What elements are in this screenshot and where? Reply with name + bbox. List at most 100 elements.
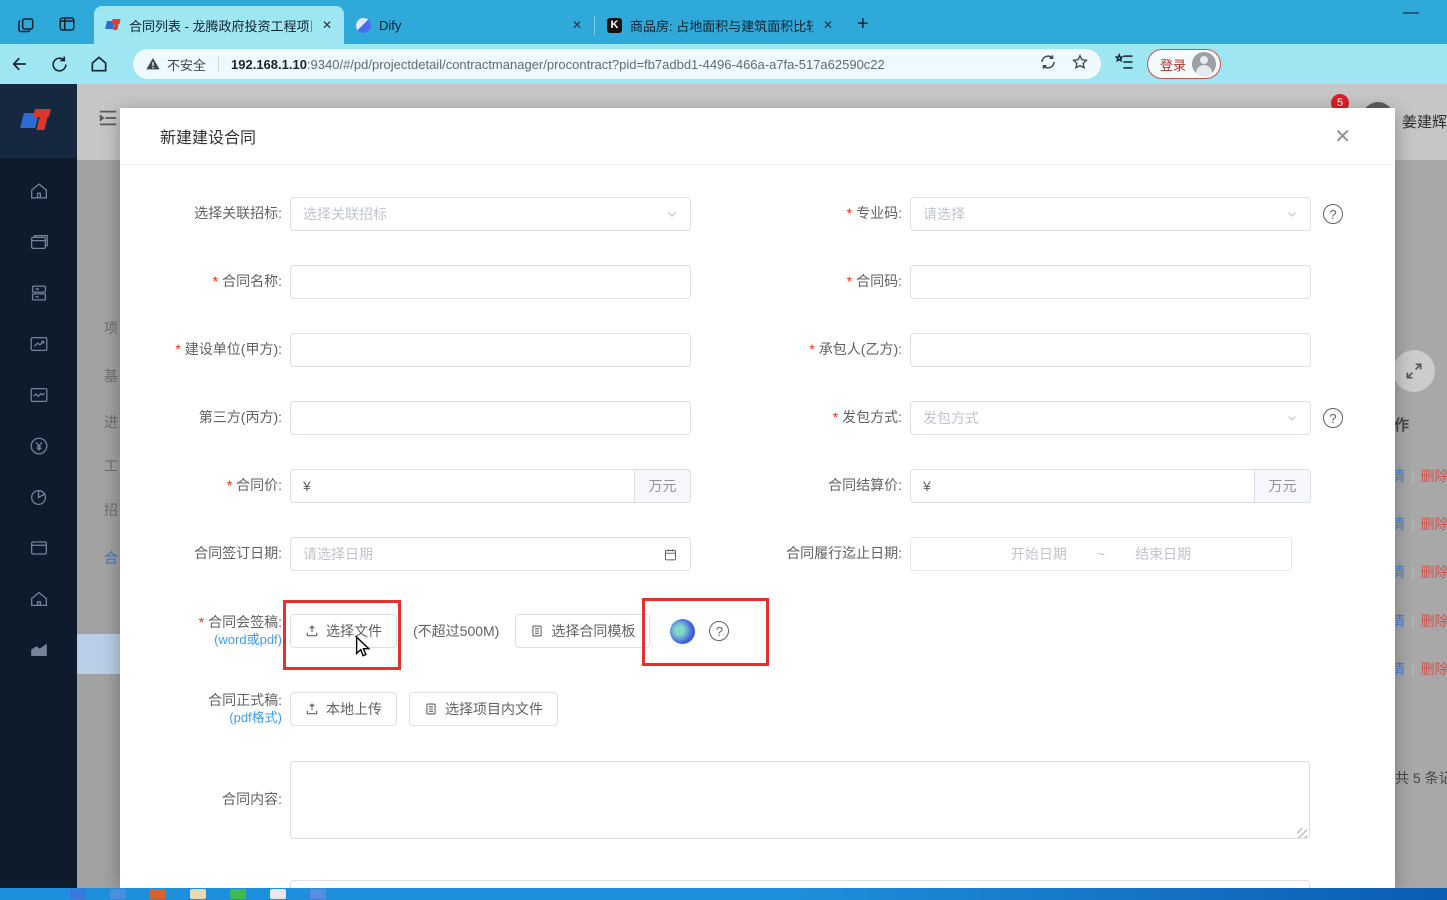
tab-shangpinfang[interactable]: K 商品房: 占地面积与建筑面积比较 ✕ [595, 6, 845, 44]
modal-close-icon[interactable]: ✕ [1334, 124, 1351, 149]
calendar-icon [665, 548, 676, 560]
award-method-help-icon[interactable]: ? [1323, 408, 1343, 428]
tab-title: 商品房: 占地面积与建筑面积比较 [630, 18, 813, 34]
taskbar-app-icon[interactable] [270, 889, 286, 899]
sidebar-collapse-icon[interactable] [97, 108, 119, 133]
login-button[interactable]: 登录 [1147, 49, 1222, 79]
pagination-total: 共 5 条记 [1395, 770, 1447, 786]
back-button[interactable] [0, 54, 40, 74]
party-a-label: 建设单位(甲方): [120, 341, 290, 359]
browser-window-icon [30, 541, 47, 555]
menu-item-partial-active[interactable]: 合 [104, 548, 118, 568]
sidebar-item-statistics[interactable] [27, 639, 51, 661]
red-highlight-box [642, 597, 770, 666]
tab-dify[interactable]: Dify ✕ [344, 6, 594, 44]
refresh-alt-icon[interactable] [1039, 53, 1057, 76]
sign-date-picker[interactable]: 请选择日期 [290, 537, 691, 571]
reload-button[interactable] [40, 55, 79, 74]
favorites-bar-icon[interactable] [1114, 52, 1135, 77]
dify-favicon [356, 17, 371, 33]
menu-item-partial[interactable]: 基 [104, 366, 118, 386]
menu-item-partial[interactable]: 进 [104, 412, 118, 432]
sidebar-item-projects[interactable] [27, 231, 51, 253]
draft-format-hint: (word或pdf) [214, 631, 282, 647]
login-label: 登录 [1160, 57, 1187, 73]
sidebar-item-records[interactable] [27, 282, 51, 304]
major-code-help-icon[interactable]: ? [1323, 204, 1343, 224]
content-textarea[interactable] [290, 761, 1310, 839]
home-button[interactable] [79, 54, 119, 74]
award-method-label: 发包方式: [740, 409, 910, 427]
select-placeholder: 发包方式 [923, 410, 979, 426]
major-code-select[interactable]: 请选择 [910, 197, 1311, 231]
third-party-input[interactable] [290, 401, 691, 435]
duration-label: 合同履行迄止日期: [786, 545, 902, 562]
favorite-star-icon[interactable] [1071, 53, 1089, 76]
lt-favicon [105, 18, 121, 33]
draft-label: 合同会签稿: (word或pdf) [120, 614, 290, 648]
fullscreen-toggle[interactable] [1393, 350, 1435, 392]
security-chip[interactable]: 不安全 [145, 55, 206, 74]
sidebar-item-home[interactable] [27, 180, 51, 202]
choose-file-button[interactable]: 选择文件 [290, 614, 397, 648]
delete-link[interactable]: 删除 [1421, 661, 1447, 677]
delete-link[interactable]: 删除 [1421, 516, 1447, 532]
settle-price-input[interactable]: ¥ 万元 [910, 469, 1311, 503]
major-code-label: 专业码: [740, 205, 910, 223]
pie-chart-icon [30, 489, 46, 505]
delete-link[interactable]: 删除 [1421, 564, 1447, 580]
choose-project-file-button[interactable]: 选择项目内文件 [409, 692, 558, 726]
link-divider: | [1411, 661, 1415, 677]
menu-item-partial[interactable]: 招 [104, 500, 118, 520]
taskbar-app-icon[interactable] [230, 889, 246, 899]
sidebar-item-progress[interactable] [27, 333, 51, 355]
local-upload-button[interactable]: 本地上传 [290, 692, 397, 726]
party-b-input[interactable] [910, 333, 1311, 367]
sidebar-item-analytics[interactable] [27, 384, 51, 406]
delete-link[interactable]: 删除 [1421, 613, 1447, 629]
delete-link[interactable]: 删除 [1421, 468, 1447, 484]
draft-help-icon[interactable]: ? [709, 621, 730, 641]
taskbar-app-icon[interactable] [110, 889, 126, 899]
tab-close-icon[interactable]: ✕ [821, 18, 835, 32]
sidebar-item-site[interactable] [27, 588, 51, 610]
area-chart-icon [30, 643, 47, 656]
workspaces-icon[interactable] [16, 14, 36, 34]
contract-code-input[interactable] [910, 265, 1311, 299]
address-divider [218, 56, 220, 72]
new-tab-button[interactable]: + [845, 13, 881, 44]
address-bar[interactable]: 不安全 192.168.1.10:9340/#/pd/projectdetail… [133, 49, 1101, 79]
taskbar-app-icon[interactable] [70, 889, 86, 899]
menu-item-partial[interactable]: 工 [104, 456, 118, 476]
sidebar-item-reports[interactable] [27, 486, 51, 508]
taskbar-app-icon[interactable] [190, 889, 206, 899]
currency-prefix: ¥ [303, 478, 311, 494]
award-method-select[interactable]: 发包方式 [910, 401, 1311, 435]
tab-close-icon[interactable]: ✕ [320, 18, 334, 32]
chevron-down-icon [1288, 416, 1296, 421]
party-a-input[interactable] [290, 333, 691, 367]
tab-title: Dify [379, 17, 402, 33]
duration-range-picker[interactable]: 开始日期 ~ 结束日期 [910, 537, 1292, 571]
third-party-label: 第三方(丙方): [198, 409, 282, 426]
tab-close-icon[interactable]: ✕ [570, 18, 584, 32]
url-path: :9340/#/pd/projectdetail/contractmanager… [306, 56, 885, 72]
contract-name-input[interactable] [290, 265, 691, 299]
related-bid-label: 选择关联招标: [194, 205, 282, 222]
tab-contract-list[interactable]: 合同列表 - 龙腾政府投资工程项目 ✕ [94, 6, 344, 44]
tab-actions-icon[interactable] [58, 15, 76, 33]
os-taskbar[interactable] [0, 888, 1447, 900]
choose-template-button[interactable]: 选择合同模板 [515, 614, 651, 648]
taskbar-app-icon[interactable] [150, 889, 166, 899]
sidebar-item-finance[interactable] [27, 435, 51, 457]
taskbar-app-icon[interactable] [310, 889, 326, 899]
contract-price-input[interactable]: ¥ 万元 [290, 469, 691, 503]
profile-avatar-icon [1192, 52, 1217, 76]
remark-textarea[interactable] [290, 880, 1310, 888]
app-logo-box[interactable] [0, 84, 77, 158]
minimize-button[interactable]: — [1403, 4, 1419, 22]
menu-item-partial[interactable]: 项 [104, 318, 118, 338]
sidebar-item-documents[interactable] [27, 537, 51, 559]
ai-orb-icon[interactable] [670, 618, 696, 644]
related-bid-select[interactable]: 选择关联招标 [290, 197, 691, 231]
